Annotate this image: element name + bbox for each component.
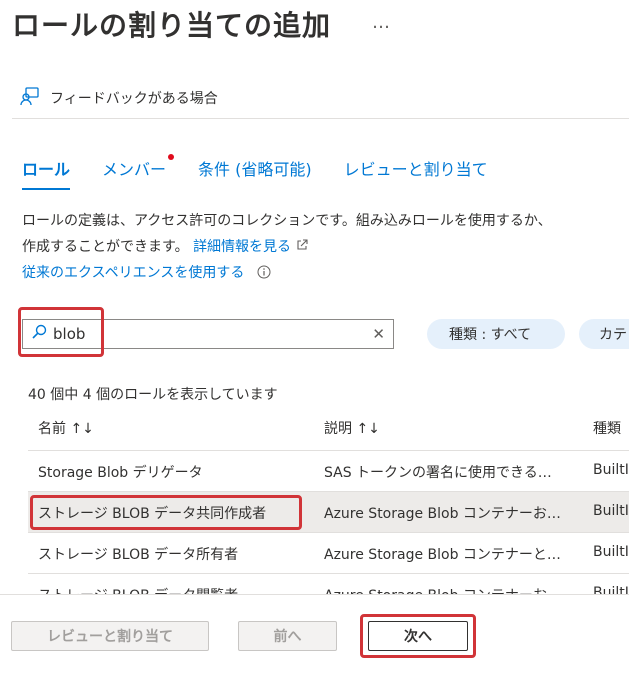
- next-highlight-box: [360, 614, 476, 658]
- feedback-icon: [20, 86, 40, 110]
- results-count: 40 個中 4 個のロールを表示しています: [28, 387, 278, 403]
- footer-divider: [0, 594, 629, 595]
- feedback-label: フィードバックがある場合: [50, 91, 218, 107]
- header-divider: [12, 118, 629, 119]
- classic-experience-link[interactable]: 従来のエクスペリエンスを使用する: [22, 265, 244, 281]
- tab-members-label: メンバー: [102, 160, 167, 179]
- role-type: BuiltI: [593, 462, 629, 478]
- tab-conditions[interactable]: 条件 (省略可能): [198, 156, 312, 180]
- table-row[interactable]: Storage Blob デリゲータ SAS トークンの署名に使用できる… Bu…: [28, 451, 629, 492]
- clear-search-icon[interactable]: ✕: [372, 325, 393, 343]
- learn-more-link[interactable]: 詳細情報を見る: [193, 239, 308, 255]
- role-description-cell: Azure Storage Blob コンテナーと…: [324, 547, 561, 563]
- role-type: BuiltI: [593, 544, 629, 560]
- description-line-2: 作成することができます。: [22, 239, 189, 255]
- feedback-link[interactable]: フィードバックがある場合: [20, 86, 218, 110]
- role-type: BuiltI: [593, 503, 629, 519]
- role-type: BuiltI: [593, 585, 629, 594]
- role-name: Storage Blob デリゲータ: [38, 465, 203, 481]
- type-filter-pill[interactable]: 種類 : すべて: [427, 319, 565, 349]
- column-header-name[interactable]: 名前 ↑↓: [38, 418, 94, 438]
- review-assign-button[interactable]: レビューと割り当て: [11, 621, 209, 651]
- tab-role[interactable]: ロール: [22, 156, 71, 190]
- tab-review-assign[interactable]: レビューと割り当て: [344, 156, 488, 180]
- tab-members[interactable]: メンバー: [102, 154, 175, 180]
- required-indicator: [168, 154, 175, 160]
- role-name: ストレージ BLOB データ閲覧者: [38, 585, 238, 594]
- role-description-cell: SAS トークンの署名に使用できる…: [324, 465, 552, 481]
- role-name: ストレージ BLOB データ所有者: [38, 547, 239, 563]
- column-header-description[interactable]: 説明 ↑↓: [324, 418, 380, 438]
- selected-role-highlight-box: [30, 495, 302, 530]
- role-description-cell: Azure Storage Blob コンテナーお…: [324, 585, 580, 594]
- external-link-icon: [296, 239, 308, 250]
- previous-button[interactable]: 前へ: [238, 621, 337, 651]
- role-description-cell: Azure Storage Blob コンテナーお…: [324, 506, 561, 522]
- info-icon[interactable]: [257, 265, 271, 279]
- category-filter-pill[interactable]: カテ: [579, 319, 629, 349]
- description-line-1: ロールの定義は、アクセス許可のコレクションです。組み込みロールを使用するか、: [22, 213, 552, 229]
- page-title: ロールの割り当ての追加: [12, 9, 332, 42]
- table-row[interactable]: ストレージ BLOB データ所有者 Azure Storage Blob コンテ…: [28, 533, 629, 574]
- column-header-type[interactable]: 種類: [593, 418, 621, 438]
- search-highlight-box: [18, 307, 104, 357]
- role-description: ロールの定義は、アクセス許可のコレクションです。組み込みロールを使用するか、 作…: [22, 208, 552, 286]
- more-options-button[interactable]: …: [372, 12, 390, 33]
- learn-more-label: 詳細情報を見る: [193, 239, 292, 255]
- tab-bar: ロール メンバー 条件 (省略可能) レビューと割り当て: [22, 154, 520, 190]
- table-row[interactable]: ストレージ BLOB データ閲覧者 Azure Storage Blob コンテ…: [28, 574, 629, 594]
